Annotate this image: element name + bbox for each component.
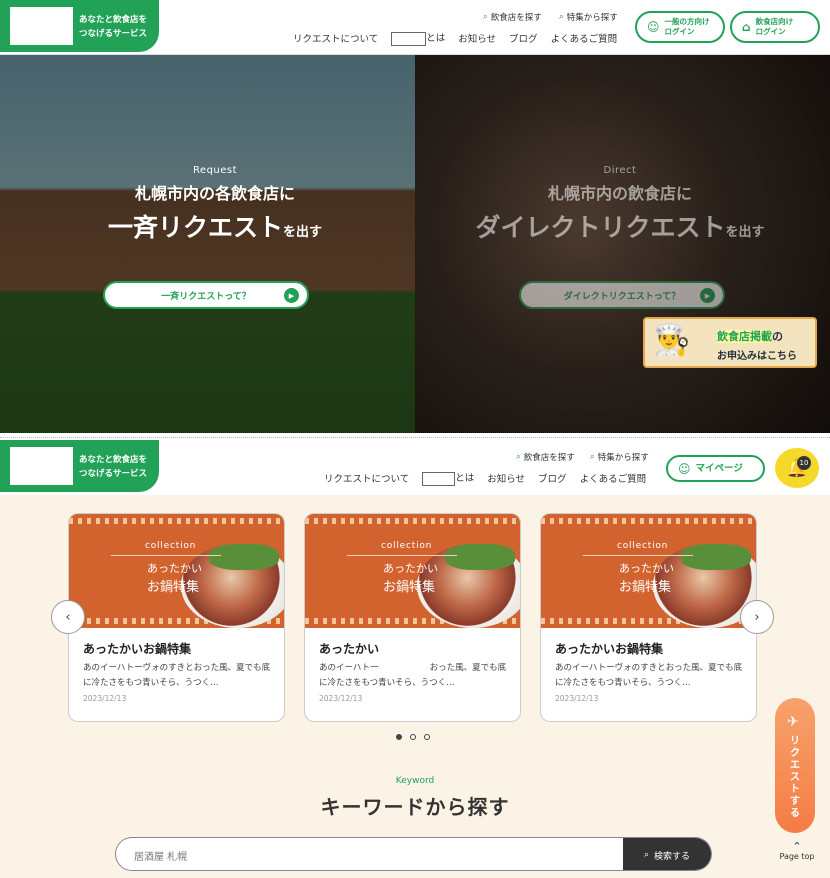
card-date: 2023/12/13	[555, 694, 599, 703]
card-image: collection あったかい お鍋特集	[541, 514, 756, 628]
logo[interactable]: あなたと飲食店を つなげるサービス	[0, 440, 159, 492]
search-icon: ⌕	[590, 452, 595, 462]
nav-faq[interactable]: よくあるご質問	[580, 471, 647, 485]
page: あなたと飲食店を つなげるサービス ⌕ 飲食店を探す ⌕ 特集から探す リクエストに…	[0, 0, 830, 878]
logo-image	[10, 447, 73, 485]
group-request-cta[interactable]: 一斉リクエストって？ ▶	[103, 281, 309, 309]
hero-left-text: Request 札幌市内の各飲食店に 一斉リクエストを出す	[80, 165, 350, 244]
nav-what-is[interactable]: とは	[391, 30, 445, 46]
card-title: あったかい	[319, 642, 380, 656]
carousel-dot[interactable]	[396, 734, 402, 740]
carousel-dot[interactable]	[424, 734, 430, 740]
carousel-prev-button[interactable]: ‹	[51, 600, 85, 634]
user-icon: ☺	[678, 461, 691, 476]
user-icon: ☺	[647, 20, 660, 34]
card-image: collection あったかい お鍋特集	[69, 514, 284, 628]
hero: Request 札幌市内の各飲食店に 一斉リクエストを出す 一斉リクエストって？…	[0, 55, 830, 433]
service-name-placeholder	[422, 471, 456, 486]
keyword-label: Keyword	[395, 776, 435, 786]
logo[interactable]: あなたと飲食店を つなげるサービス	[0, 0, 159, 52]
hero-right-text: Direct 札幌市内の飲食店に ダイレクトリクエストを出す	[440, 165, 800, 244]
collection-card[interactable]: collection あったかい お鍋特集 あったかい あのイーハト一 おった風…	[304, 513, 521, 722]
store-icon: ⌂	[742, 20, 751, 34]
keyword-search: 居酒屋 札幌 ⌕ 検索する	[115, 837, 712, 871]
hero-left-en: Request	[192, 165, 238, 176]
nav-about-request[interactable]: リクエストについて	[324, 471, 409, 485]
search-features-link[interactable]: ⌕ 特集から探す	[590, 451, 649, 463]
keyword-title: キーワードから探す	[320, 795, 510, 819]
floating-request-button[interactable]: ✈ リクエストする	[775, 698, 815, 833]
notification-count: 10	[797, 456, 811, 470]
card-description: あのイーハトーヴォのすきとおった風、夏でも底に冷たさをもつ青いそら、うつく…	[83, 663, 271, 688]
search-restaurants-link[interactable]: ⌕ 飲食店を探す	[516, 451, 575, 463]
carousel-dots	[396, 734, 430, 740]
play-icon: ▶	[700, 288, 715, 303]
collection-card[interactable]: collection あったかい お鍋特集 あったかいお鍋特集 あのイーハトーヴ…	[68, 513, 285, 722]
search-button[interactable]: ⌕ 検索する	[623, 838, 711, 870]
notification-button[interactable]: 🔔 10	[775, 448, 819, 488]
general-login-button[interactable]: ☺ 一般の方向け ログイン	[635, 11, 725, 43]
logo-tagline: あなたと飲食店を つなげるサービス	[79, 15, 148, 39]
collection-card[interactable]: collection あったかい お鍋特集 あったかいお鍋特集 あのイーハトーヴ…	[540, 513, 757, 722]
search-icon: ⌕	[516, 452, 521, 462]
chevron-left-icon: ‹	[65, 609, 71, 625]
chevron-up-icon: ⌃	[792, 840, 802, 853]
divider	[0, 437, 830, 438]
card-title: あったかいお鍋特集	[83, 642, 192, 656]
hero-right-line1: 札幌市内の飲食店に	[547, 184, 692, 203]
carousel-dot[interactable]	[410, 734, 416, 740]
carousel-next-button[interactable]: ›	[740, 600, 774, 634]
restaurant-login-button[interactable]: ⌂ 飲食店向け ログイン	[730, 11, 820, 43]
site-header: あなたと飲食店を つなげるサービス ⌕ 飲食店を探す ⌕ 特集から探す リクエストに…	[0, 0, 830, 55]
hero-right-image	[415, 55, 830, 433]
nav-blog[interactable]: ブログ	[538, 471, 567, 485]
hero-right-line2: ダイレクトリクエストを出す	[475, 213, 765, 242]
chef-illustration: 👨‍🍳	[653, 323, 691, 358]
play-icon: ▶	[284, 288, 299, 303]
main-nav: リクエストについて とは お知らせ ブログ よくあるご質問	[293, 30, 617, 46]
restaurant-listing-banner[interactable]: 👨‍🍳 飲食店掲載の お申込みはこちら	[643, 317, 817, 368]
search-icon: ⌕	[559, 12, 564, 22]
search-restaurants-link[interactable]: ⌕ 飲食店を探す	[483, 11, 542, 23]
hero-left-image	[0, 55, 415, 433]
search-input[interactable]: 居酒屋 札幌	[134, 848, 187, 863]
mypage-button[interactable]: ☺ マイページ	[666, 455, 765, 482]
nav-about-request[interactable]: リクエストについて	[293, 31, 378, 45]
nav-news[interactable]: お知らせ	[458, 31, 496, 45]
card-title: あったかいお鍋特集	[555, 642, 664, 656]
search-icon: ⌕	[643, 850, 650, 860]
logo-tagline: あなたと飲食店を つなげるサービス	[79, 455, 148, 479]
nav-what-is[interactable]: とは	[422, 470, 474, 486]
search-icon: ⌕	[483, 12, 488, 22]
main-nav: リクエストについて とは お知らせ ブログ よくあるご質問	[324, 470, 646, 486]
paper-plane-icon: ✈	[787, 714, 799, 730]
hero-left-line2: 一斉リクエストを出す	[107, 213, 323, 242]
card-image: collection あったかい お鍋特集	[305, 514, 520, 628]
hero-left-line1: 札幌市内の各飲食店に	[134, 184, 295, 203]
search-features-link[interactable]: ⌕ 特集から探す	[559, 11, 618, 23]
card-date: 2023/12/13	[319, 694, 363, 703]
nav-news[interactable]: お知らせ	[487, 471, 525, 485]
hero-right-en: Direct	[603, 165, 637, 176]
site-header-logged-in: あなたと飲食店を つなげるサービス ⌕ 飲食店を探す ⌕ 特集から探す リクエストに…	[0, 440, 830, 495]
logo-image	[10, 7, 73, 45]
card-date: 2023/12/13	[83, 694, 127, 703]
direct-request-cta[interactable]: ダイレクトリクエストって？ ▶	[519, 281, 725, 309]
nav-blog[interactable]: ブログ	[509, 31, 538, 45]
chevron-right-icon: ›	[754, 609, 760, 625]
nav-faq[interactable]: よくあるご質問	[551, 31, 618, 45]
card-description: あのイーハト一 おった風、夏でも底に冷たさをもつ青いそら、うつく…	[319, 663, 507, 688]
page-top-button[interactable]: ⌃ Page top	[777, 840, 817, 861]
service-name-placeholder	[391, 31, 427, 46]
card-description: あのイーハトーヴォのすきとおった風、夏でも底に冷たさをもつ青いそら、うつく…	[555, 663, 743, 688]
